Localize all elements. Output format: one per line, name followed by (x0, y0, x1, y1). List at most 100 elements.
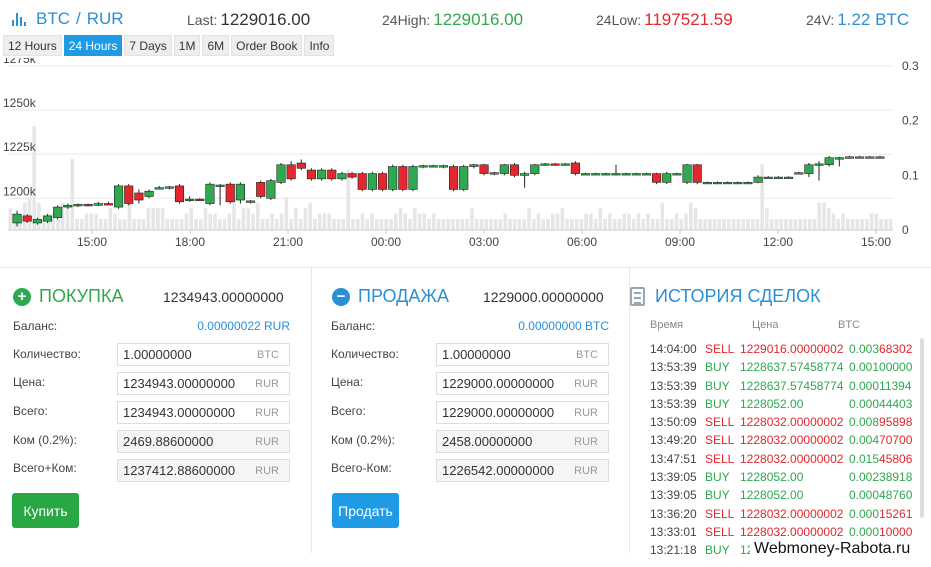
volume-bar (241, 208, 246, 230)
table-row: 13:53:39 BUY 1228637.57458774 0.00100000 (650, 358, 920, 376)
volume-bar (279, 213, 284, 230)
volume-bar (689, 202, 693, 230)
volume-bar (103, 219, 108, 230)
volume-bar (99, 219, 103, 230)
candle-body (174, 185, 185, 203)
volume-bar (622, 213, 626, 230)
table-row: 13:36:20 SELL 1228032.00000002 0.00015261 (650, 505, 920, 523)
volume-bar (208, 213, 212, 230)
volume-bar (784, 219, 788, 230)
candle-body (22, 215, 32, 222)
volume-bar (217, 219, 222, 230)
candle-body (824, 157, 834, 166)
volume-bar (627, 213, 631, 230)
volume-bar (498, 219, 503, 230)
candle-body (844, 156, 855, 159)
volume-bar (455, 219, 460, 230)
trade-type: SELL (705, 506, 735, 521)
trade-time: 13:53:39 (650, 378, 697, 393)
sell-balance-value[interactable]: 0.00000000 BTC (478, 319, 609, 333)
volume-bar (646, 213, 650, 230)
bar-chart-icon (12, 12, 26, 26)
volume-bar (165, 219, 170, 230)
last-price-value: 1229016.00 (220, 10, 311, 29)
sell-button[interactable]: Продать (332, 493, 399, 528)
volume-bar (308, 202, 312, 230)
volume-bar (722, 219, 726, 230)
candle-body (225, 183, 235, 203)
trade-amount: 0.00044403 (849, 396, 913, 411)
candle-body (712, 182, 723, 185)
volume-bar (8, 208, 13, 230)
trade-price: 1228052.00 (740, 470, 804, 485)
watermark: Webmoney-Rabota.ru (750, 538, 915, 560)
pair-title[interactable]: BTC / RUR (12, 9, 124, 29)
volume-tick-label: 0.1 (902, 168, 919, 182)
candle-body (296, 162, 306, 169)
candle-body (692, 164, 702, 183)
volume-bar (708, 219, 712, 230)
tab-info[interactable]: Info (304, 35, 335, 56)
last-price: Last: 1229016.00 (187, 10, 311, 29)
low-price-value: 1197521.59 (644, 10, 733, 29)
volume-bar (560, 208, 565, 230)
buy-total-input[interactable]: 1234943.00000000 RUR (117, 401, 290, 424)
table-row: 13:47:51 SELL 1228032.00000002 0.01545806 (650, 450, 920, 468)
history-list[interactable]: 14:04:00 SELL 1229016.00000002 0.00368302 13… (650, 340, 920, 562)
buy-price-input[interactable]: 1234943.00000000 RUR (117, 372, 290, 395)
candle-body (337, 173, 347, 180)
candle-body (286, 164, 296, 180)
tab-6m[interactable]: 6M (202, 35, 230, 56)
history-scrollbar[interactable] (920, 338, 924, 518)
volume-bar (251, 213, 255, 230)
candle-body (367, 173, 377, 190)
buy-button[interactable]: Купить (12, 493, 79, 528)
tab-7-days[interactable]: 7 Days (124, 35, 172, 56)
high-price: 24High: 1229016.00 (382, 10, 524, 29)
volume-bar (232, 197, 236, 230)
trade-type: BUY (705, 543, 730, 558)
volume-bar (650, 219, 655, 230)
history-col-price: Цена (752, 319, 779, 331)
buy-quantity-input[interactable]: 1.00000000 BTC (117, 343, 290, 366)
minus-circle-icon: − (332, 287, 350, 306)
volume-bar (65, 208, 70, 230)
buy-balance-value[interactable]: 0.00000022 RUR (160, 319, 290, 333)
candle-body (814, 163, 824, 166)
tab-24-hours[interactable]: 24 Hours (63, 35, 123, 56)
candle-body (601, 173, 611, 176)
volume-bar (227, 213, 232, 230)
volume-24h-value: 1.22 BTC (837, 10, 910, 29)
volume-bar (655, 219, 660, 230)
trade-price: 1228052.00 (740, 396, 804, 411)
volume-bar (679, 219, 684, 230)
volume-bar (256, 202, 260, 230)
volume-bar (236, 219, 241, 230)
volume-bar (807, 219, 812, 230)
volume-bar (422, 213, 427, 230)
sell-quantity-input[interactable]: 1.00000000 BTC (436, 343, 609, 366)
candle-body (641, 173, 652, 176)
candle-body (611, 173, 621, 176)
tab-1m[interactable]: 1M (173, 35, 201, 56)
trade-time: 13:39:05 (650, 488, 697, 503)
volume-bar (484, 219, 488, 230)
history-title: ИСТОРИЯ СДЕЛОК (630, 286, 821, 307)
tab-12-hours[interactable]: 12 Hours (3, 35, 62, 56)
candle-body (438, 165, 448, 168)
trade-type: SELL (705, 433, 735, 448)
candle-body (388, 166, 398, 190)
candle-body (245, 200, 256, 203)
volume-bar (284, 197, 289, 230)
volume-bar (436, 219, 441, 230)
volume-bar (765, 208, 769, 230)
candle-body (42, 215, 53, 222)
sell-total-input[interactable]: 1229000.00000000 RUR (436, 401, 609, 424)
x-tick-label: 18:00 (175, 235, 205, 249)
volume-bar (341, 219, 346, 230)
volume-bar (137, 219, 141, 230)
sell-price-input[interactable]: 1229000.00000000 RUR (436, 372, 609, 395)
price-chart[interactable]: 1200k 1225k 1250k 1275k 0 0.1 0.2 0.3 15:00 18:00… (0, 58, 931, 258)
tab-order-book[interactable]: Order Book (231, 35, 303, 56)
table-row: 13:53:39 BUY 1228052.00 0.00044403 (650, 395, 920, 413)
